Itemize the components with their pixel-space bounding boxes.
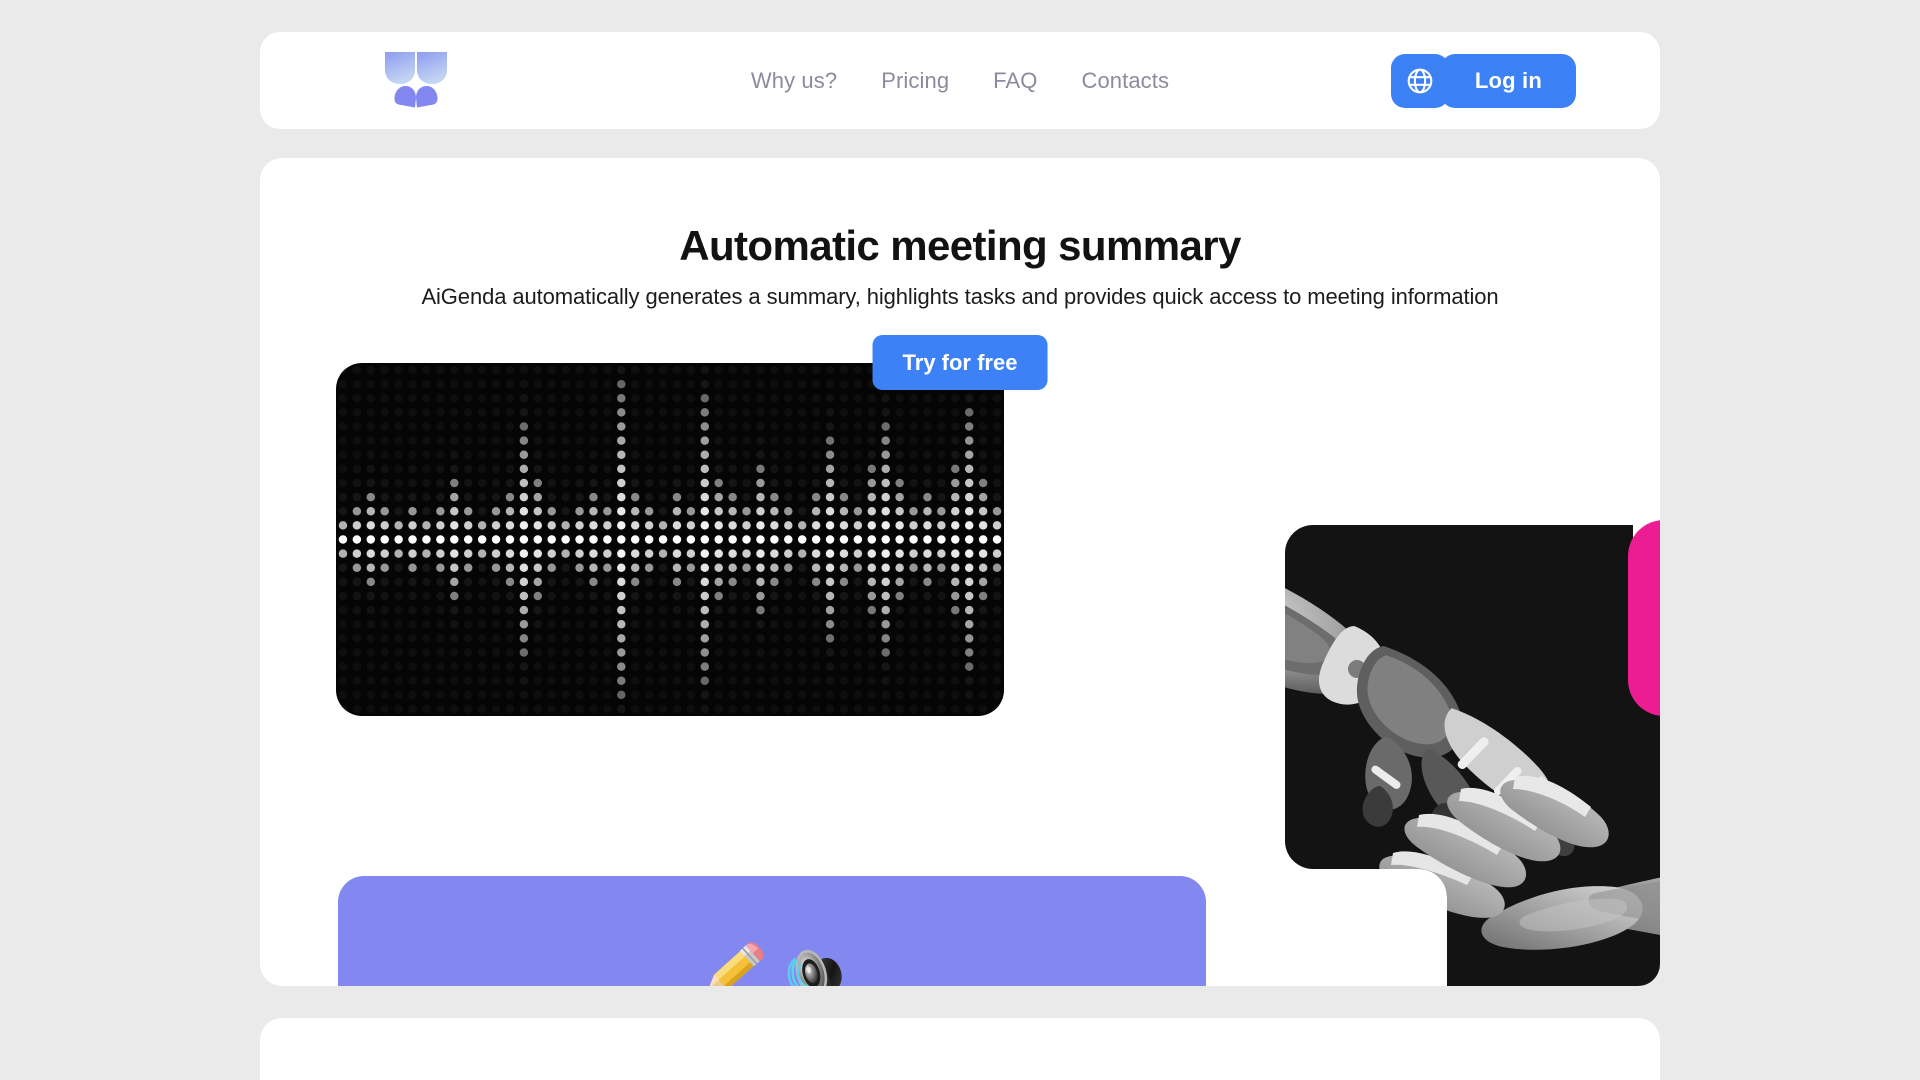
globe-icon [1406,67,1434,95]
hero-media-collage [260,158,1660,986]
nav-link-pricing[interactable]: Pricing [881,68,949,94]
header-auth-group: Log in [1390,53,1576,108]
nav-link-why-us[interactable]: Why us? [751,68,837,94]
pencil-emoji [695,935,769,986]
hero-panel: Automatic meeting summary AiGenda automa… [260,158,1660,986]
page-root: Why us? Pricing FAQ Contacts Log in Auto… [0,0,1920,1080]
loud-speaker-emoji [775,935,849,986]
nav-link-faq[interactable]: FAQ [993,68,1037,94]
audio-waveform-dot-matrix [336,363,1004,716]
try-for-free-button[interactable]: Try for free [872,335,1048,390]
next-section-panel [260,1018,1660,1080]
login-button[interactable]: Log in [1440,53,1576,108]
robot-and-human-hands-image [1285,525,1660,986]
butterfly-logo-icon[interactable] [384,50,448,112]
nav-link-contacts[interactable]: Contacts [1081,68,1169,94]
main-navigation: Why us? Pricing FAQ Contacts [751,68,1169,94]
emoji-purple-card [338,876,1206,986]
brand-logo-pink-card [1628,520,1660,716]
site-header: Why us? Pricing FAQ Contacts Log in [260,32,1660,129]
